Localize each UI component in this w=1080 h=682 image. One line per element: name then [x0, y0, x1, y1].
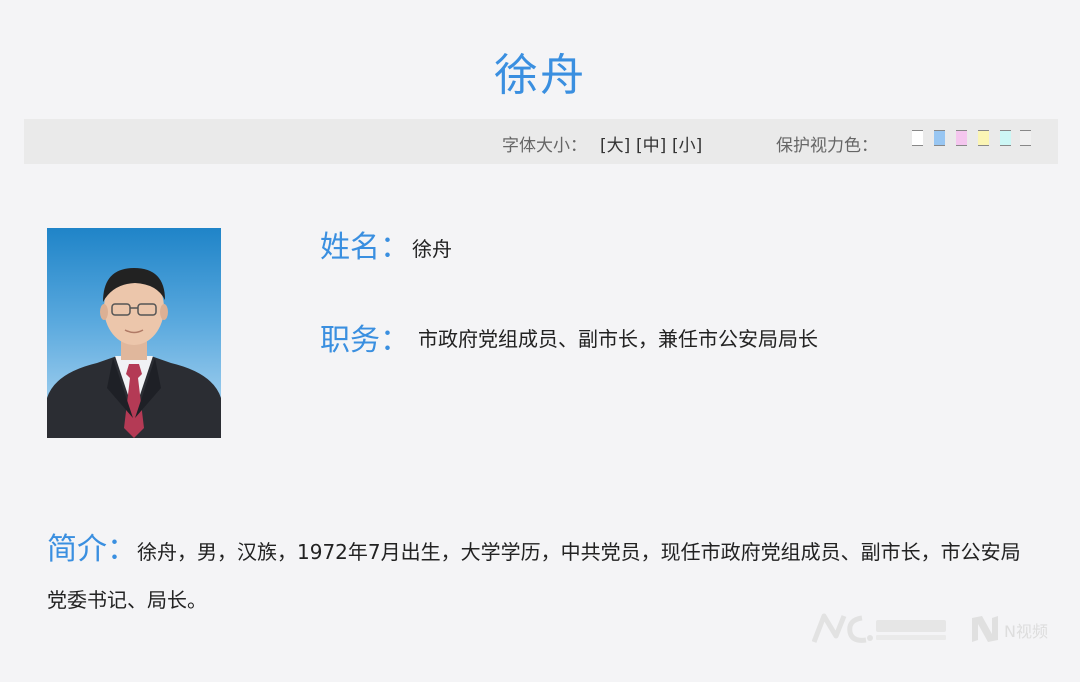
font-size-label: 字体大小：	[502, 136, 587, 156]
name-label: 姓名：	[320, 230, 410, 265]
eye-protect-color-label: 保护视力色：	[776, 136, 878, 156]
portrait-photo	[47, 228, 221, 438]
font-size-small-button[interactable]: [小]	[672, 131, 702, 156]
portrait-figure	[47, 268, 221, 438]
font-size-medium-button[interactable]: [中]	[636, 131, 666, 156]
color-swatch-cyan[interactable]	[1000, 130, 1011, 146]
n-video-watermark-text: N视频	[1004, 622, 1048, 641]
position-value: 市政府党组成员、副市长，兼任市公安局局长	[418, 327, 818, 351]
page-title: 徐舟	[494, 50, 586, 101]
intro-text: 徐舟，男，汉族，1972年7月出生，大学学历，中共党员，现任市政府党组成员、副市…	[47, 540, 1021, 612]
intro-label: 简介：	[47, 532, 137, 567]
color-swatch-blue[interactable]	[934, 130, 945, 146]
nandu-logo-watermark	[811, 612, 952, 650]
n-video-logo-icon	[968, 612, 1002, 650]
color-swatch-gray[interactable]	[1020, 130, 1031, 146]
color-swatch-yellow[interactable]	[978, 130, 989, 146]
name-value: 徐舟	[412, 237, 452, 261]
color-swatch-pink[interactable]	[956, 130, 967, 146]
color-swatch-white[interactable]	[912, 130, 923, 146]
position-label: 职务：	[320, 323, 410, 358]
intro-section: 简介：徐舟，男，汉族，1972年7月出生，大学学历，中共党员，现任市政府党组成员…	[47, 526, 1037, 624]
toolbar: 字体大小： [大] [中] [小] 保护视力色：	[24, 119, 1058, 164]
font-size-large-button[interactable]: [大]	[600, 131, 630, 156]
